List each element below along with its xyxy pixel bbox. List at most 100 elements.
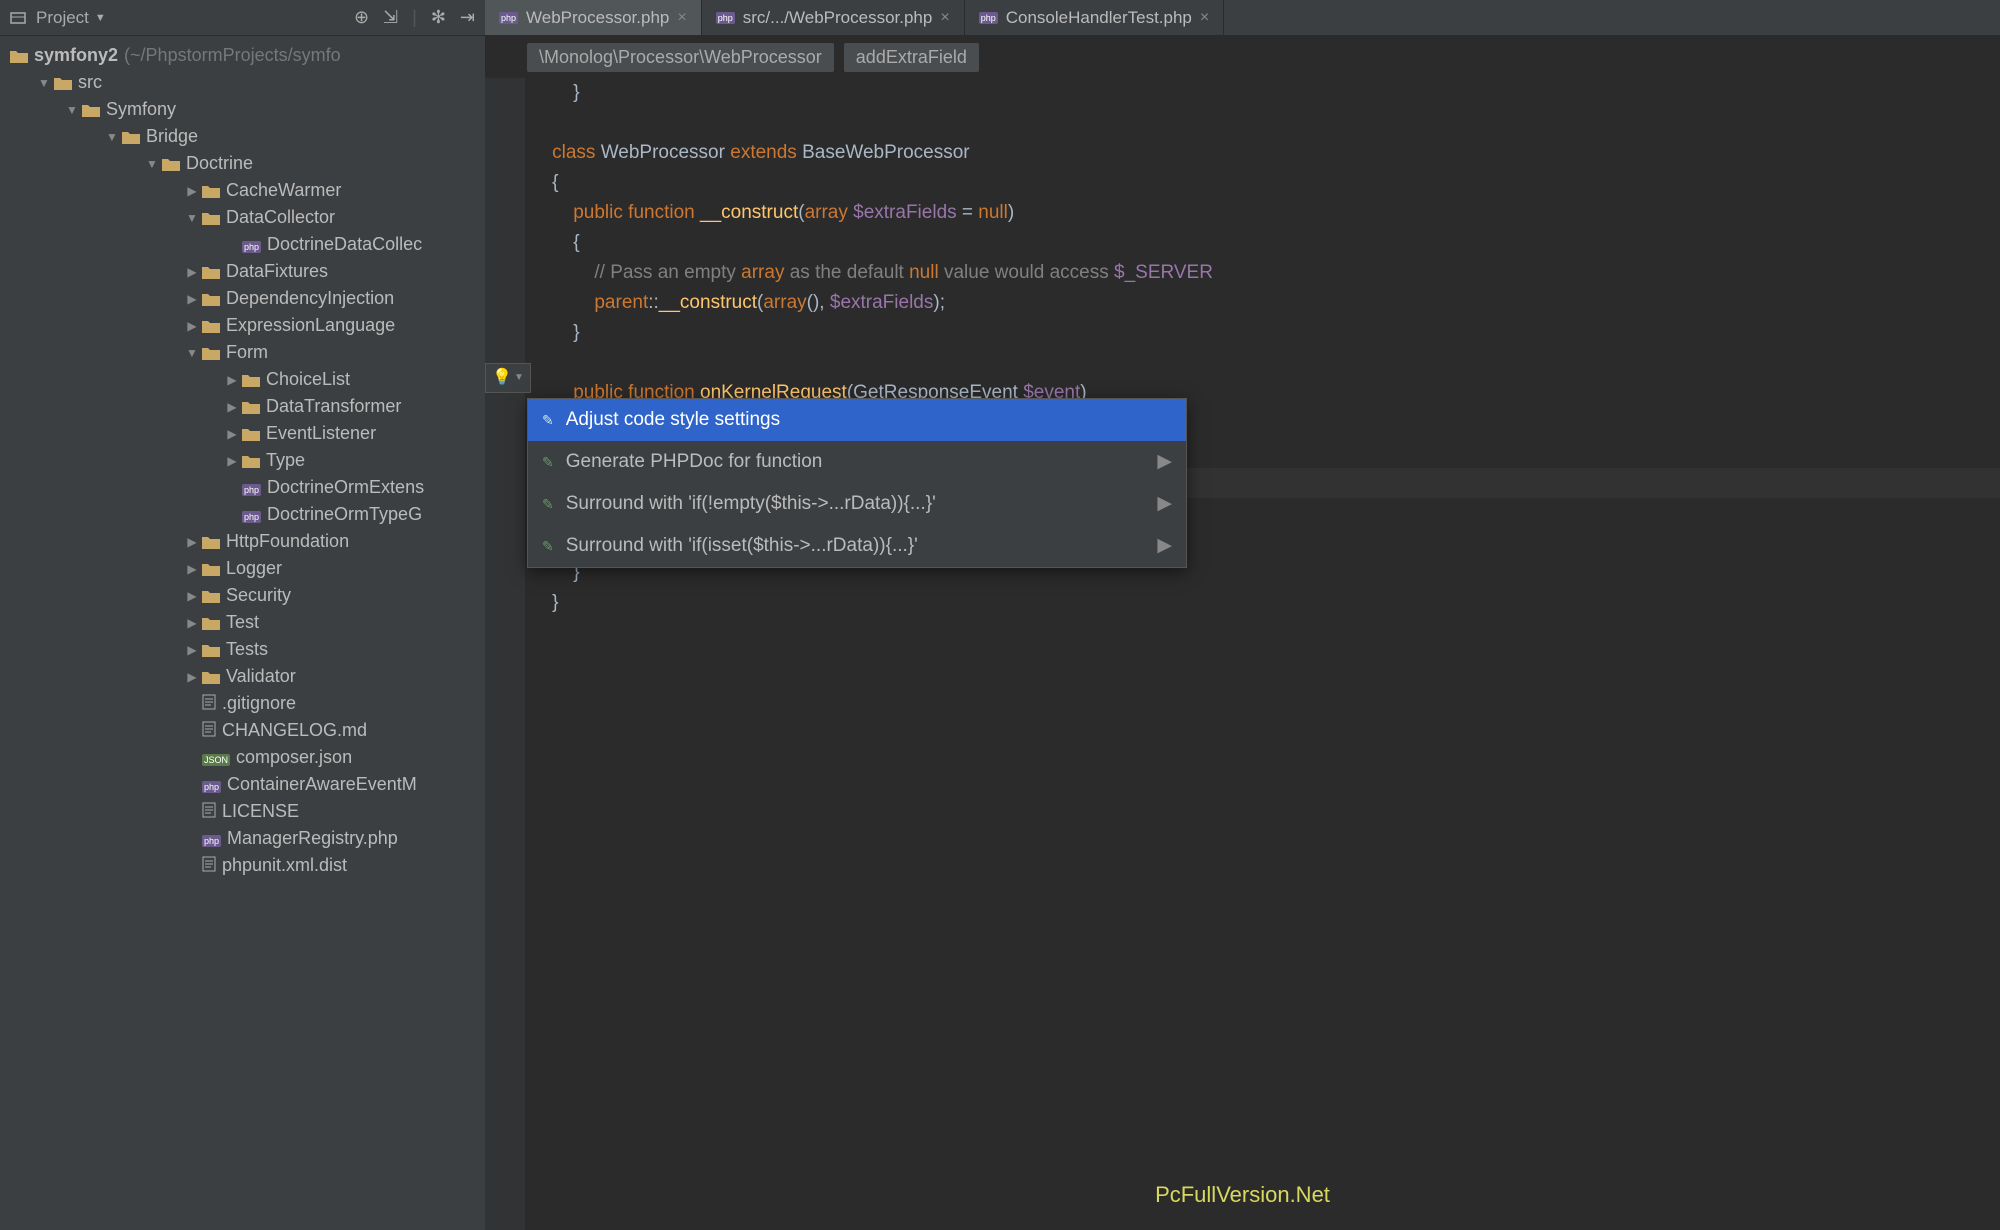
breadcrumb-item[interactable]: addExtraField: [844, 43, 979, 72]
tree-item[interactable]: Doctrine: [0, 150, 485, 177]
folder-icon: [202, 639, 220, 660]
tree-item-label: composer.json: [236, 747, 352, 768]
expand-arrow-icon[interactable]: [104, 130, 120, 144]
tree-item[interactable]: CacheWarmer: [0, 177, 485, 204]
intention-menu-item[interactable]: ✎Surround with 'if(!empty($this->...rDat…: [528, 483, 1186, 525]
close-icon[interactable]: ×: [1200, 9, 1209, 27]
expand-arrow-icon[interactable]: [184, 211, 200, 225]
editor-tab[interactable]: phpWebProcessor.php×: [485, 0, 702, 35]
expand-arrow-icon[interactable]: [184, 670, 200, 684]
expand-arrow-icon[interactable]: [36, 76, 52, 90]
menu-item-label: Generate PHPDoc for function: [566, 447, 823, 477]
tree-item[interactable]: Type: [0, 447, 485, 474]
tree-item[interactable]: phpManagerRegistry.php: [0, 825, 485, 852]
intention-menu-item[interactable]: ✎Surround with 'if(isset($this->...rData…: [528, 525, 1186, 567]
expand-arrow-icon[interactable]: [184, 184, 200, 198]
tree-item[interactable]: JSONcomposer.json: [0, 744, 485, 771]
text-file-icon: [202, 802, 216, 818]
tree-item[interactable]: DataCollector: [0, 204, 485, 231]
tree-item[interactable]: phpDoctrineOrmExtens: [0, 474, 485, 501]
tree-item[interactable]: Logger: [0, 555, 485, 582]
expand-arrow-icon[interactable]: [184, 292, 200, 306]
code-line[interactable]: }: [531, 78, 2000, 108]
collapse-icon[interactable]: ⇲: [383, 7, 398, 28]
code-line[interactable]: }: [531, 588, 2000, 618]
expand-arrow-icon[interactable]: [184, 643, 200, 657]
tree-item[interactable]: phpunit.xml.dist: [0, 852, 485, 879]
expand-arrow-icon[interactable]: [224, 400, 240, 414]
code-line[interactable]: }: [531, 318, 2000, 348]
tree-item[interactable]: Form: [0, 339, 485, 366]
intention-bulb[interactable]: 💡 ▼: [485, 363, 531, 393]
gear-icon[interactable]: ✻: [431, 7, 446, 28]
tree-item[interactable]: ChoiceList: [0, 366, 485, 393]
close-icon[interactable]: ×: [677, 9, 686, 27]
tree-item[interactable]: Validator: [0, 663, 485, 690]
tree-root[interactable]: symfony2 (~/PhpstormProjects/symfo: [0, 42, 485, 69]
tree-item[interactable]: Test: [0, 609, 485, 636]
code-line[interactable]: parent::__construct(array(), $extraField…: [531, 288, 2000, 318]
tree-item[interactable]: EventListener: [0, 420, 485, 447]
breadcrumb-item[interactable]: \Monolog\Processor\WebProcessor: [527, 43, 834, 72]
expand-arrow-icon[interactable]: [64, 103, 80, 117]
tree-root-label: symfony2: [34, 45, 118, 66]
code-line[interactable]: {: [531, 228, 2000, 258]
tree-item[interactable]: DataTransformer: [0, 393, 485, 420]
expand-arrow-icon[interactable]: [184, 589, 200, 603]
editor-tab[interactable]: phpConsoleHandlerTest.php×: [965, 0, 1225, 35]
tree-item[interactable]: LICENSE: [0, 798, 485, 825]
code-line[interactable]: // Pass an empty array as the default nu…: [531, 258, 2000, 288]
intention-menu-item[interactable]: ✎Generate PHPDoc for function▶: [528, 441, 1186, 483]
target-icon[interactable]: ⊕: [354, 7, 369, 28]
code-editor[interactable]: } class WebProcessor extends BaseWebProc…: [485, 78, 2000, 1230]
code-line[interactable]: [531, 348, 2000, 378]
tree-item[interactable]: .gitignore: [0, 690, 485, 717]
close-icon[interactable]: ×: [940, 9, 949, 27]
expand-arrow-icon[interactable]: [224, 454, 240, 468]
code-line[interactable]: public function __construct(array $extra…: [531, 198, 2000, 228]
folder-icon: [242, 450, 260, 471]
php-file-icon: php: [979, 12, 998, 24]
folder-icon: [82, 99, 100, 120]
expand-arrow-icon[interactable]: [184, 265, 200, 279]
folder-icon: [202, 261, 220, 282]
tree-item-label: Tests: [226, 639, 268, 660]
text-file-icon: [202, 721, 216, 737]
tree-item[interactable]: ExpressionLanguage: [0, 312, 485, 339]
expand-arrow-icon[interactable]: [184, 616, 200, 630]
tree-item-label: ManagerRegistry.php: [227, 828, 398, 849]
expand-arrow-icon[interactable]: [184, 346, 200, 360]
code-line[interactable]: class WebProcessor extends BaseWebProces…: [531, 138, 2000, 168]
project-tree[interactable]: symfony2 (~/PhpstormProjects/symfo srcSy…: [0, 36, 485, 1230]
tree-item[interactable]: src: [0, 69, 485, 96]
submenu-arrow-icon: ▶: [1157, 447, 1172, 477]
code-line[interactable]: {: [531, 168, 2000, 198]
tree-item[interactable]: Security: [0, 582, 485, 609]
tree-item[interactable]: Tests: [0, 636, 485, 663]
tab-label: src/.../WebProcessor.php: [743, 8, 933, 28]
tree-item-label: DataFixtures: [226, 261, 328, 282]
tree-item[interactable]: Symfony: [0, 96, 485, 123]
intention-menu-item[interactable]: ✎Adjust code style settings: [528, 399, 1186, 441]
expand-arrow-icon[interactable]: [184, 535, 200, 549]
expand-arrow-icon[interactable]: [224, 427, 240, 441]
hide-icon[interactable]: ⇥: [460, 7, 475, 28]
expand-arrow-icon[interactable]: [224, 373, 240, 387]
tree-item[interactable]: DependencyInjection: [0, 285, 485, 312]
tree-item-label: CacheWarmer: [226, 180, 341, 201]
tree-item-label: Validator: [226, 666, 296, 687]
folder-icon: [122, 126, 140, 147]
tree-item[interactable]: phpContainerAwareEventM: [0, 771, 485, 798]
tree-item[interactable]: phpDoctrineOrmTypeG: [0, 501, 485, 528]
tree-item[interactable]: HttpFoundation: [0, 528, 485, 555]
expand-arrow-icon[interactable]: [184, 319, 200, 333]
tree-item[interactable]: Bridge: [0, 123, 485, 150]
tree-item[interactable]: phpDoctrineDataCollec: [0, 231, 485, 258]
tree-item[interactable]: DataFixtures: [0, 258, 485, 285]
code-line[interactable]: [531, 108, 2000, 138]
editor-tab[interactable]: phpsrc/.../WebProcessor.php×: [702, 0, 965, 35]
expand-arrow-icon[interactable]: [184, 562, 200, 576]
tree-item[interactable]: CHANGELOG.md: [0, 717, 485, 744]
expand-arrow-icon[interactable]: [144, 157, 160, 171]
project-dropdown[interactable]: Project ▼: [36, 8, 106, 28]
